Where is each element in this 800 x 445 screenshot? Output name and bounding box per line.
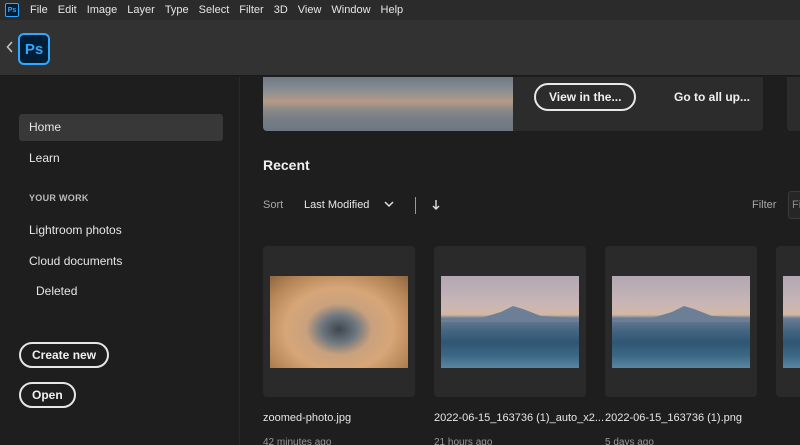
sort-dropdown[interactable]: Last Modified <box>304 199 369 211</box>
menu-bar: Ps File Edit Image Layer Type Select Fil… <box>0 0 800 20</box>
menu-window[interactable]: Window <box>326 0 375 20</box>
view-in-button[interactable]: View in the... <box>534 83 637 111</box>
filter-input[interactable]: Filt <box>788 191 800 219</box>
sidebar-item-learn[interactable]: Learn <box>19 145 223 172</box>
menu-file[interactable]: File <box>25 0 53 20</box>
sidebar-item-deleted[interactable]: Deleted <box>19 278 223 305</box>
file-thumbnail <box>441 276 579 368</box>
sidebar-item-cloud-documents[interactable]: Cloud documents <box>19 248 223 275</box>
home-header: Ps <box>0 20 800 76</box>
file-name[interactable]: 2022-06-15_163736 (1).png <box>605 412 742 424</box>
main-content: View in the... Go to all up... Recent So… <box>241 77 800 445</box>
go-to-all-link[interactable]: Go to all up... <box>674 90 750 104</box>
file-card[interactable] <box>776 246 800 397</box>
file-name[interactable]: zoomed-photo.jpg <box>263 412 351 424</box>
file-modified: 21 hours ago <box>434 437 493 445</box>
sidebar-item-lightroom-photos[interactable]: Lightroom photos <box>19 217 223 244</box>
filter-label: Filter <box>752 199 777 211</box>
menu-select[interactable]: Select <box>194 0 235 20</box>
promo-banner: View in the... Go to all up... <box>263 77 763 131</box>
menu-layer[interactable]: Layer <box>122 0 160 20</box>
sort-direction-icon[interactable] <box>431 198 441 210</box>
menu-image[interactable]: Image <box>82 0 123 20</box>
file-thumbnail <box>783 276 800 368</box>
create-new-button[interactable]: Create new <box>19 342 110 368</box>
next-banner-card <box>787 77 800 131</box>
menu-filter[interactable]: Filter <box>234 0 268 20</box>
toolbar-divider <box>415 197 416 214</box>
file-modified: 42 minutes ago <box>263 437 332 445</box>
file-card[interactable] <box>434 246 586 397</box>
file-card[interactable] <box>263 246 415 397</box>
photoshop-logo[interactable]: Ps <box>18 33 50 65</box>
recent-title: Recent <box>263 157 310 173</box>
file-card[interactable] <box>605 246 757 397</box>
file-modified: 5 days ago <box>605 437 654 445</box>
photoshop-app-icon: Ps <box>5 3 19 17</box>
sidebar-item-home[interactable]: Home <box>19 114 223 141</box>
sidebar: Home Learn YOUR WORK Lightroom photos Cl… <box>0 77 240 445</box>
menu-view[interactable]: View <box>293 0 327 20</box>
chevron-left-icon[interactable] <box>6 41 16 55</box>
open-button[interactable]: Open <box>19 382 76 408</box>
menu-help[interactable]: Help <box>376 0 409 20</box>
chevron-down-icon[interactable] <box>383 197 395 209</box>
menu-type[interactable]: Type <box>160 0 194 20</box>
file-thumbnail <box>270 276 408 368</box>
section-label-your-work: YOUR WORK <box>29 193 89 203</box>
sort-label: Sort <box>263 199 284 211</box>
file-thumbnail <box>612 276 750 368</box>
menu-3d[interactable]: 3D <box>269 0 293 20</box>
banner-image <box>263 77 513 131</box>
menu-edit[interactable]: Edit <box>53 0 82 20</box>
file-name[interactable]: 2022-06-15_163736 (1)_auto_x2... <box>434 412 604 424</box>
